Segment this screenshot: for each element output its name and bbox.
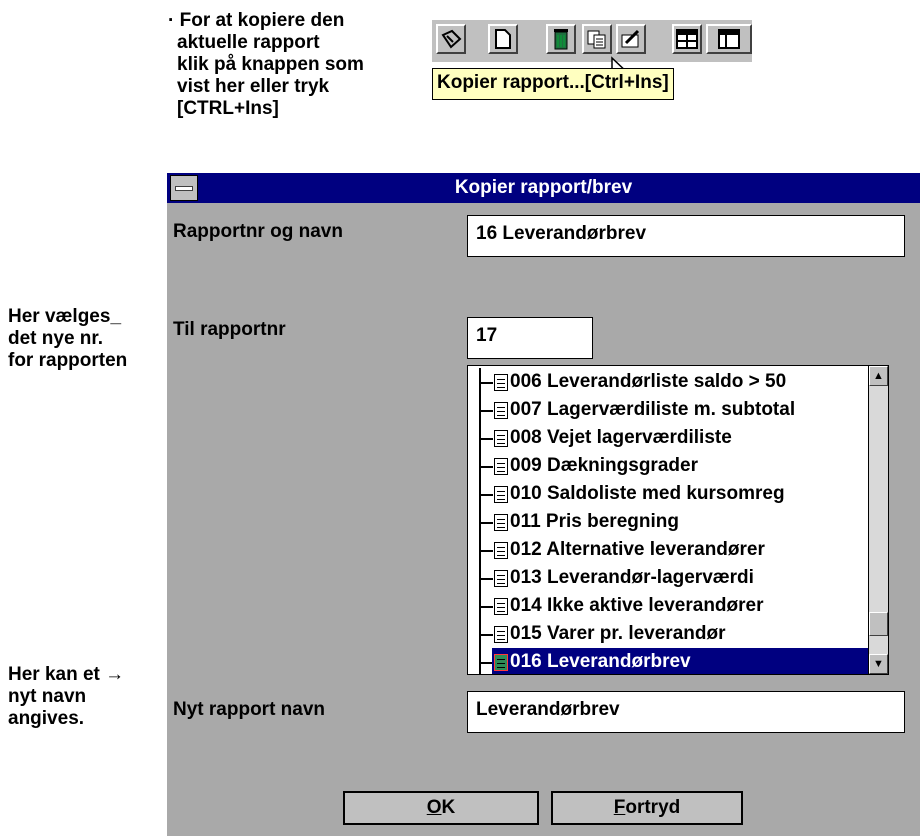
list-item[interactable]: 013 Leverandør-lagerværdi <box>468 564 870 592</box>
document-icon <box>494 626 508 643</box>
document-icon <box>494 374 508 391</box>
scroll-up-arrow-icon[interactable]: ▲ <box>869 366 888 386</box>
list-item[interactable]: 012 Alternative leverandører <box>468 536 870 564</box>
tree-line <box>479 438 493 440</box>
ok-rest: K <box>441 797 456 818</box>
list-item-label: 011 Pris beregning <box>510 511 679 532</box>
ok-button[interactable]: OK <box>343 791 539 825</box>
new-name-note: Her kan et → nyt navn angives. <box>8 664 124 730</box>
ok-accel: O <box>426 797 442 818</box>
document-icon <box>494 486 508 503</box>
list-item-label: 012 Alternative leverandører <box>510 539 765 560</box>
document-icon <box>494 570 508 587</box>
system-menu-icon <box>175 186 193 191</box>
tree-line <box>479 606 493 608</box>
window-button[interactable] <box>672 24 702 54</box>
document-icon <box>494 514 508 531</box>
tree-line <box>479 634 493 636</box>
report-icon-button[interactable] <box>436 24 466 54</box>
copy-report-button[interactable] <box>582 24 612 54</box>
system-menu-button[interactable] <box>170 175 198 201</box>
note-line: [CTRL+Ins] <box>177 98 279 119</box>
list-item[interactable]: 009 Dækningsgrader <box>468 452 870 480</box>
document-icon <box>494 654 508 671</box>
document-icon <box>494 402 508 419</box>
list-item-label: 009 Dækningsgrader <box>510 455 698 476</box>
list-item[interactable]: 007 Lagerværdiliste m. subtotal <box>468 396 870 424</box>
report-tree-list[interactable]: 006 Leverandørliste saldo > 50 007 Lagerv… <box>467 365 889 675</box>
list-item-label: 013 Leverandør-lagerværdi <box>510 567 754 588</box>
list-item[interactable]: 014 Ikke aktive leverandører <box>468 592 870 620</box>
list-item[interactable]: 006 Leverandørliste saldo > 50 <box>468 368 870 396</box>
cancel-rest: ortryd <box>625 797 681 818</box>
document-icon <box>494 430 508 447</box>
dialog-title: Kopier rapport/brev <box>454 177 633 198</box>
note-line: Her vælges_ <box>8 306 122 327</box>
document-icon <box>494 458 508 475</box>
report-label: Rapportnr og navn <box>173 221 343 242</box>
list-item-label: 008 Vejet lagerværdiliste <box>510 427 732 448</box>
new-page-icon <box>495 29 511 49</box>
scroll-down-arrow-icon[interactable]: ▼ <box>869 654 888 674</box>
list-item-label: 010 Saldoliste med kursomreg <box>510 483 785 504</box>
note-line: aktuelle rapport <box>177 32 320 53</box>
note-line: det nye nr. <box>8 328 104 349</box>
note-line: angives. <box>8 708 85 729</box>
tree-line <box>479 522 493 524</box>
to-report-nr-input[interactable]: 17 <box>467 317 593 359</box>
edit-icon <box>621 29 640 48</box>
top-instruction-note: · For at kopiere den aktuelle rapport kl… <box>168 10 364 120</box>
list-item[interactable]: 015 Varer pr. leverandør <box>468 620 870 648</box>
new-name-input[interactable]: Leverandørbrev <box>467 691 905 733</box>
new-name-label: Nyt rapport navn <box>173 699 326 720</box>
tree-line <box>479 382 493 384</box>
list-item-label: 006 Leverandørliste saldo > 50 <box>510 371 787 392</box>
scroll-thumb[interactable] <box>869 612 888 636</box>
note-line: · For at kopiere den <box>168 10 345 31</box>
tree-line <box>479 466 493 468</box>
list-item-label: 007 Lagerværdiliste m. subtotal <box>510 399 796 420</box>
tree-line <box>479 550 493 552</box>
cancel-accel: F <box>613 797 626 818</box>
list-item[interactable]: 011 Pris beregning <box>468 508 870 536</box>
window-icon <box>676 29 698 49</box>
list-scrollbar[interactable]: ▲ ▼ <box>868 366 888 674</box>
tree-line <box>479 578 493 580</box>
note-line: klik på knappen som <box>177 54 364 75</box>
delete-button[interactable] <box>546 24 576 54</box>
to-report-label: Til rapportnr <box>173 319 286 340</box>
list-item-label: 016 Leverandørbrev <box>510 651 691 672</box>
document-icon <box>494 598 508 615</box>
list-item[interactable]: 016 Leverandørbrev <box>468 648 870 674</box>
copy-report-icon <box>587 30 606 49</box>
tree-line <box>479 494 493 496</box>
window-button[interactable] <box>706 24 752 54</box>
report-name-field[interactable]: 16 Leverandørbrev <box>467 215 905 257</box>
list-item[interactable]: 008 Vejet lagerværdiliste <box>468 424 870 452</box>
cancel-button[interactable]: Fortryd <box>551 791 743 825</box>
tree-line <box>479 410 493 412</box>
new-page-button[interactable] <box>488 24 518 54</box>
list-item-label: 014 Ikke aktive leverandører <box>510 595 764 616</box>
note-line: for rapporten <box>8 350 128 371</box>
copy-report-dialog: Kopier rapport/brev Rapportnr og navn 16… <box>167 173 920 836</box>
tree-line <box>479 662 493 664</box>
list-item[interactable]: 010 Saldoliste med kursomreg <box>468 480 870 508</box>
note-line: vist her eller tryk <box>177 76 330 97</box>
copy-report-tooltip: Kopier rapport...[Ctrl+Ins] <box>432 68 674 100</box>
edit-button[interactable] <box>616 24 646 54</box>
document-icon <box>494 542 508 559</box>
report-icon <box>441 29 462 49</box>
note-line: nyt navn <box>8 686 87 707</box>
report-nr-note: Her vælges_ det nye nr. for rapporten <box>8 306 127 372</box>
list-item-label: 015 Varer pr. leverandør <box>510 623 726 644</box>
toolbar <box>432 20 752 62</box>
note-line: Her kan et → <box>8 664 125 685</box>
window-icon <box>718 29 740 49</box>
trash-icon <box>554 29 568 50</box>
